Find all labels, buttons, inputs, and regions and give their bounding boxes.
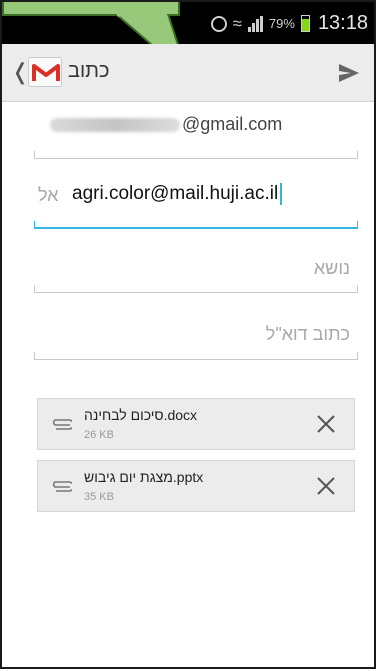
subject-underline: [34, 285, 358, 293]
to-value: agri.color@mail.huji.ac.il: [72, 183, 279, 205]
body-input[interactable]: כתוב דוא"ל: [266, 324, 350, 345]
attachment-size: 26 KB: [84, 429, 114, 441]
body-underline: [34, 352, 358, 360]
compose-title: כתוב: [68, 60, 110, 82]
status-icons: ≈ 79% 13:18: [210, 12, 368, 35]
attachment-item[interactable]: סיכום לבחינה.docx 26 KB: [37, 398, 355, 450]
battery-icon: [300, 15, 310, 32]
send-icon[interactable]: [336, 60, 362, 86]
to-label: אל: [38, 185, 59, 205]
from-underline: [34, 151, 358, 159]
status-time: 13:18: [317, 12, 368, 34]
paperclip-icon: [50, 480, 75, 492]
subject-input[interactable]: נושא: [314, 258, 350, 279]
text-cursor: [280, 183, 283, 205]
back-chevron-icon[interactable]: ❬: [11, 59, 29, 85]
wifi-icon: ≈: [232, 13, 242, 33]
signal-icon: [247, 15, 263, 32]
alarm-icon: [210, 15, 227, 32]
attachment-name: מצגת יום גיבוש.pptx: [84, 469, 204, 485]
remove-attachment-icon[interactable]: [315, 413, 337, 435]
paperclip-icon: [50, 418, 75, 430]
attachment-item[interactable]: מצגת יום גיבוש.pptx 35 KB: [37, 460, 355, 512]
redacted-username: [50, 118, 180, 133]
from-domain: @gmail.com: [182, 114, 283, 134]
battery-percent: 79%: [268, 16, 295, 31]
gmail-logo-icon[interactable]: [28, 57, 62, 87]
action-bar: ❬ כתוב: [2, 44, 374, 102]
to-underline: [34, 221, 358, 229]
attachment-size: 35 KB: [84, 491, 114, 503]
from-field[interactable]: @gmail.com: [50, 114, 282, 135]
attachment-name: סיכום לבחינה.docx: [84, 407, 198, 423]
remove-attachment-icon[interactable]: [315, 475, 337, 497]
to-input[interactable]: agri.color@mail.huji.ac.il: [72, 183, 283, 205]
phone-screen: ≈ 79% 13:18 ❬ כתוב @gmail.com אל agri.co…: [0, 0, 376, 669]
